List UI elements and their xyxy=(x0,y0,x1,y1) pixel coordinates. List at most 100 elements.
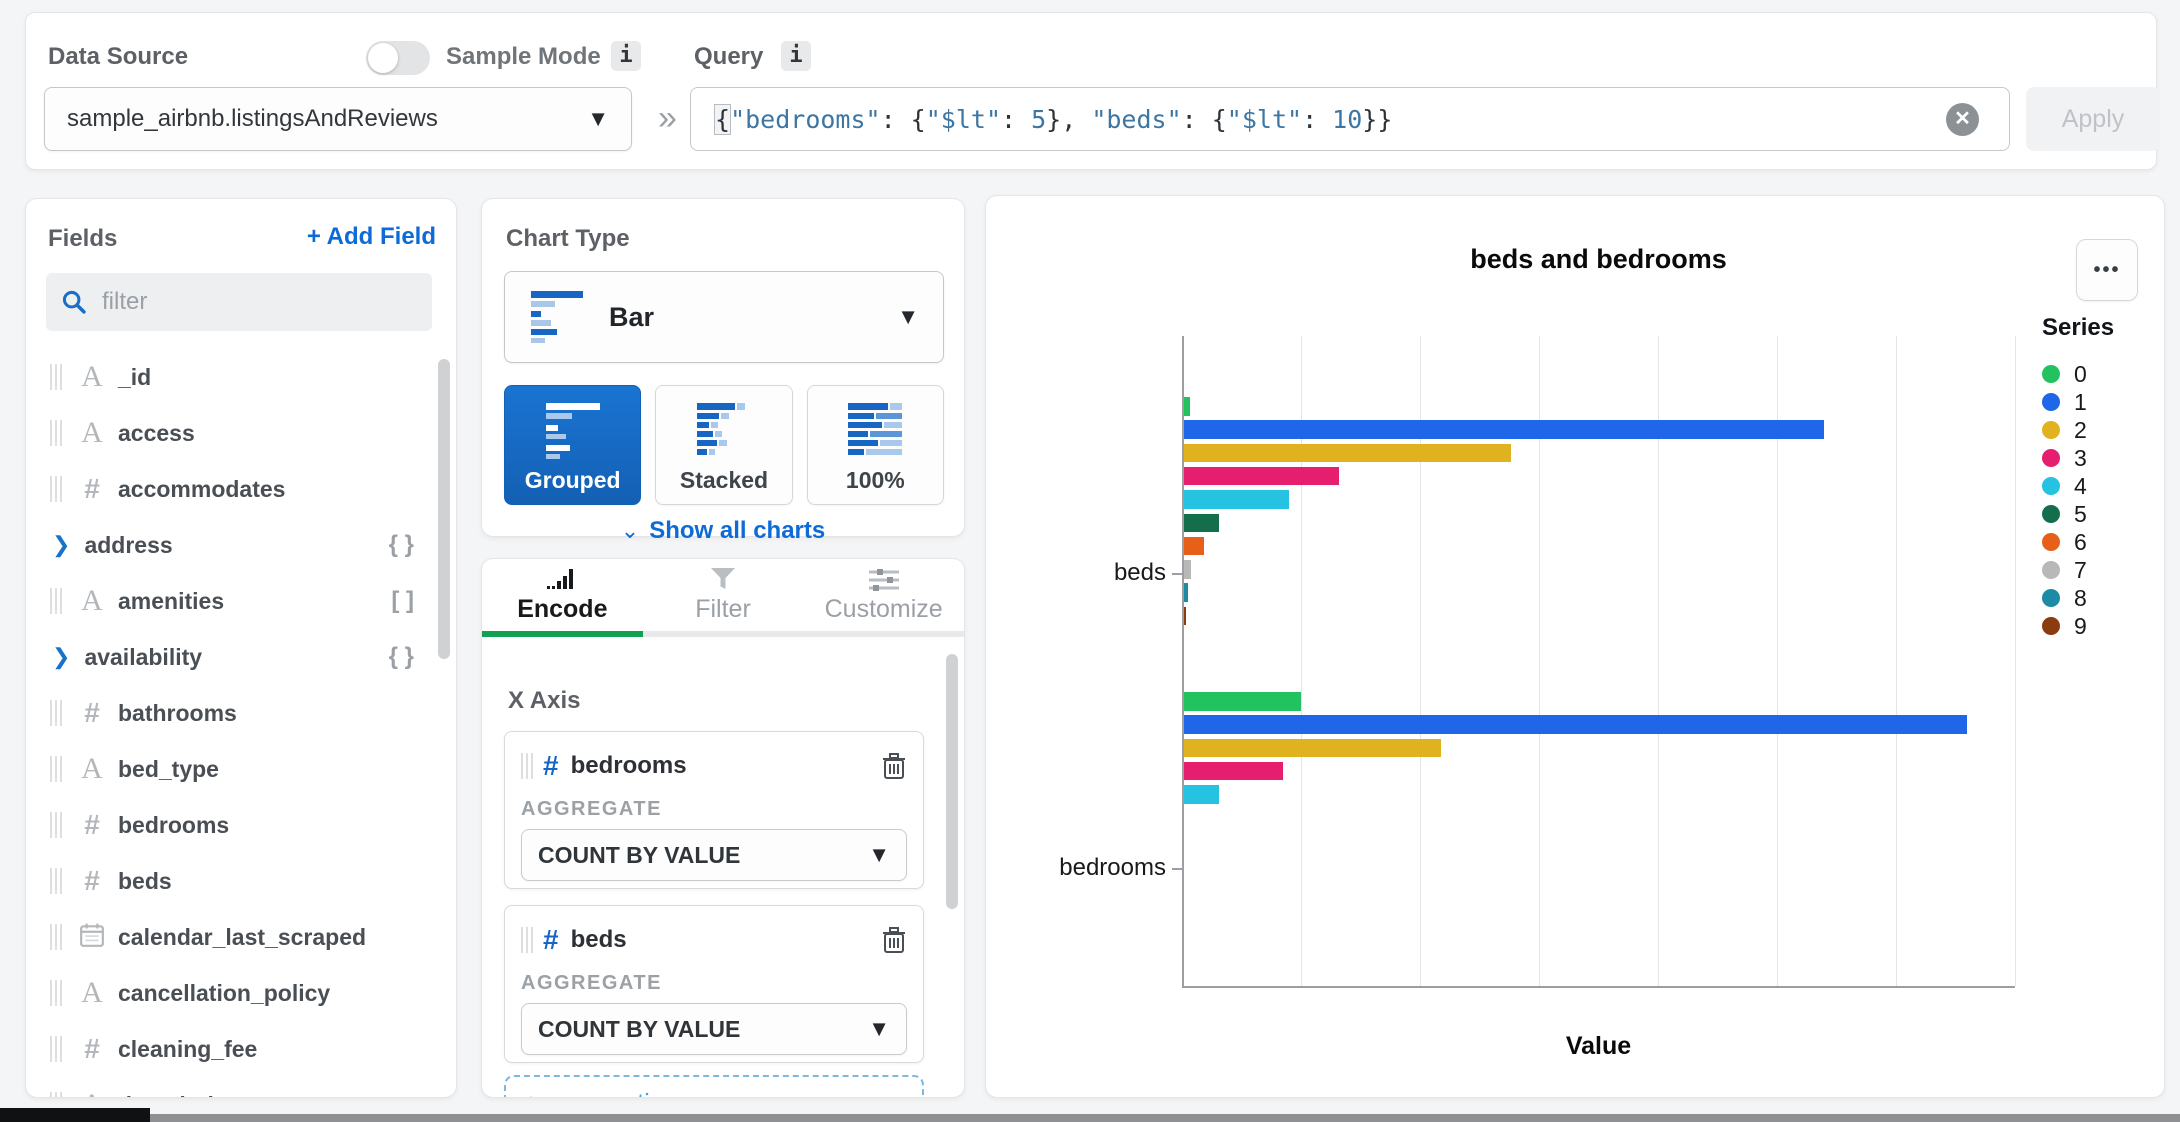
percent-bars-icon xyxy=(848,403,903,455)
field-badge: [ ] xyxy=(391,587,414,614)
field-filter-input[interactable] xyxy=(102,288,402,316)
field-row-access[interactable]: Aaccess xyxy=(26,405,456,461)
field-name: bedrooms xyxy=(118,811,230,838)
field-row-address[interactable]: ❯ address { } xyxy=(26,517,456,573)
bar-beds-series-7 xyxy=(1184,560,1191,579)
aggregate-select-bedrooms[interactable]: COUNT BY VALUE ▼ xyxy=(521,829,907,881)
tab-filter[interactable]: Filter xyxy=(642,559,804,637)
trash-icon[interactable] xyxy=(881,752,907,780)
bar-beds-series-4 xyxy=(1184,490,1289,509)
legend-swatch xyxy=(2042,421,2060,439)
tab-filter-label: Filter xyxy=(695,594,751,623)
drag-handle-icon[interactable] xyxy=(50,924,62,950)
chevron-right-icon[interactable]: ❯ xyxy=(52,532,70,558)
fields-panel: Fields + Add Field A _id Aaccess # accommoda… xyxy=(25,198,457,1098)
drag-handle-icon[interactable] xyxy=(50,364,62,390)
drag-handle-icon[interactable] xyxy=(50,1036,62,1062)
drag-handle-icon[interactable] xyxy=(50,420,62,446)
encode-tab-row: Encode Filter Customize xyxy=(482,559,964,637)
field-row-amenities[interactable]: Aamenities [ ] xyxy=(26,573,456,629)
query-input[interactable]: {"bedrooms": {"$lt": 5}, "beds": {"$lt":… xyxy=(690,87,2010,151)
query-clear-icon[interactable]: ✕ xyxy=(1946,103,1979,136)
field-row-accommodates[interactable]: # accommodates xyxy=(26,461,456,517)
date-type-icon xyxy=(74,922,110,953)
drag-handle-icon[interactable] xyxy=(50,1092,62,1097)
stacked-bars-icon xyxy=(696,403,745,455)
field-name: description xyxy=(118,1092,242,1098)
field-name: availability xyxy=(84,643,203,670)
field-row-bed_type[interactable]: Abed_type xyxy=(26,741,456,797)
number-field-icon: # xyxy=(543,750,559,781)
drag-handle-icon[interactable] xyxy=(521,753,533,779)
number-type-icon: # xyxy=(84,809,100,840)
bar-beds-series-6 xyxy=(1184,536,1204,556)
data-source-select[interactable]: sample_airbnb.listingsAndReviews ▼ xyxy=(44,87,632,151)
legend-swatch xyxy=(2042,589,2060,607)
x-axis-line xyxy=(1182,986,2015,988)
show-all-charts-link[interactable]: ⌄ Show all charts xyxy=(482,517,964,545)
double-chevron-separator: » xyxy=(658,99,677,137)
chart-type-select[interactable]: Bar ▼ xyxy=(504,271,944,363)
drag-handle-icon[interactable] xyxy=(50,868,62,894)
sample-mode-info-icon[interactable]: i xyxy=(611,41,641,71)
chevron-down-icon: ▼ xyxy=(868,1016,890,1041)
legend-item-5: 5 xyxy=(2042,500,2162,528)
horizontal-scrollbar-track[interactable] xyxy=(0,1114,2180,1122)
aggregate-select-beds[interactable]: COUNT BY VALUE ▼ xyxy=(521,1003,907,1055)
sample-mode-toggle[interactable] xyxy=(366,41,430,75)
drag-handle-icon[interactable] xyxy=(50,700,62,726)
tab-encode[interactable]: Encode xyxy=(482,559,643,637)
field-name: bed_type xyxy=(118,755,219,782)
legend-label: 6 xyxy=(2074,528,2087,555)
tab-customize[interactable]: Customize xyxy=(803,559,964,637)
bar-beds-series-5 xyxy=(1184,513,1219,532)
x-axis-section-label: X Axis xyxy=(508,687,581,714)
field-name: address xyxy=(84,531,173,558)
fields-scrollbar-thumb[interactable] xyxy=(438,359,450,659)
field-row-description[interactable]: Adescription xyxy=(26,1077,456,1097)
data-source-label: Data Source xyxy=(48,43,189,70)
chevron-down-icon: ⌄ xyxy=(620,518,640,543)
encode-scrollbar-thumb[interactable] xyxy=(946,654,958,909)
drag-handle-icon[interactable] xyxy=(50,756,62,782)
add-field-button[interactable]: + Add Field xyxy=(307,223,436,251)
top-bar: Data Source Sample Mode i sample_airbnb.… xyxy=(25,12,2160,170)
field-row-cleaning_fee[interactable]: # cleaning_fee xyxy=(26,1021,456,1077)
bar-bedrooms-series-1 xyxy=(1184,715,1968,734)
field-row-_id[interactable]: A _id xyxy=(26,349,456,405)
aggregate-value: COUNT BY VALUE xyxy=(538,1015,741,1042)
chart-menu-button[interactable]: ••• xyxy=(2076,239,2138,301)
apply-button[interactable]: Apply xyxy=(2026,87,2160,151)
drag-handle-icon[interactable] xyxy=(521,927,533,953)
add-aggregation-button[interactable]: + aggregation xyxy=(504,1075,924,1097)
field-row-beds[interactable]: # beds xyxy=(26,853,456,909)
field-row-bedrooms[interactable]: # bedrooms xyxy=(26,797,456,853)
query-info-icon[interactable]: i xyxy=(781,41,811,71)
field-name: beds xyxy=(118,867,172,894)
legend-title: Series xyxy=(2042,314,2115,341)
legend-item-3: 3 xyxy=(2042,444,2162,472)
drag-handle-icon[interactable] xyxy=(50,812,62,838)
field-row-calendar_last_scraped[interactable]: calendar_last_scraped xyxy=(26,909,456,965)
legend-label: 8 xyxy=(2074,584,2087,611)
drag-handle-icon[interactable] xyxy=(50,588,62,614)
legend-swatch xyxy=(2042,617,2060,635)
trash-icon[interactable] xyxy=(881,926,907,954)
data-source-value: sample_airbnb.listingsAndReviews xyxy=(67,105,438,132)
field-row-availability[interactable]: ❯ availability { } xyxy=(26,629,456,685)
string-type-icon: A xyxy=(81,752,103,785)
field-name: cleaning_fee xyxy=(118,1035,258,1062)
subtype-grouped-button[interactable]: Grouped xyxy=(504,385,642,505)
legend-item-6: 6 xyxy=(2042,528,2162,556)
number-type-icon: # xyxy=(84,1033,100,1064)
field-row-cancellation_policy[interactable]: Acancellation_policy xyxy=(26,965,456,1021)
subtype-stacked-button[interactable]: Stacked xyxy=(655,385,793,505)
drag-handle-icon[interactable] xyxy=(50,980,62,1006)
field-row-bathrooms[interactable]: # bathrooms xyxy=(26,685,456,741)
x-axis-channel-beds: # beds AGGREGATE COUNT BY VALUE ▼ xyxy=(504,905,924,1063)
calendar-icon xyxy=(80,923,104,947)
drag-handle-icon[interactable] xyxy=(50,476,62,502)
channel-field-name: beds xyxy=(570,926,627,953)
chevron-right-icon[interactable]: ❯ xyxy=(52,644,70,670)
subtype-100-button[interactable]: 100% xyxy=(806,385,944,505)
